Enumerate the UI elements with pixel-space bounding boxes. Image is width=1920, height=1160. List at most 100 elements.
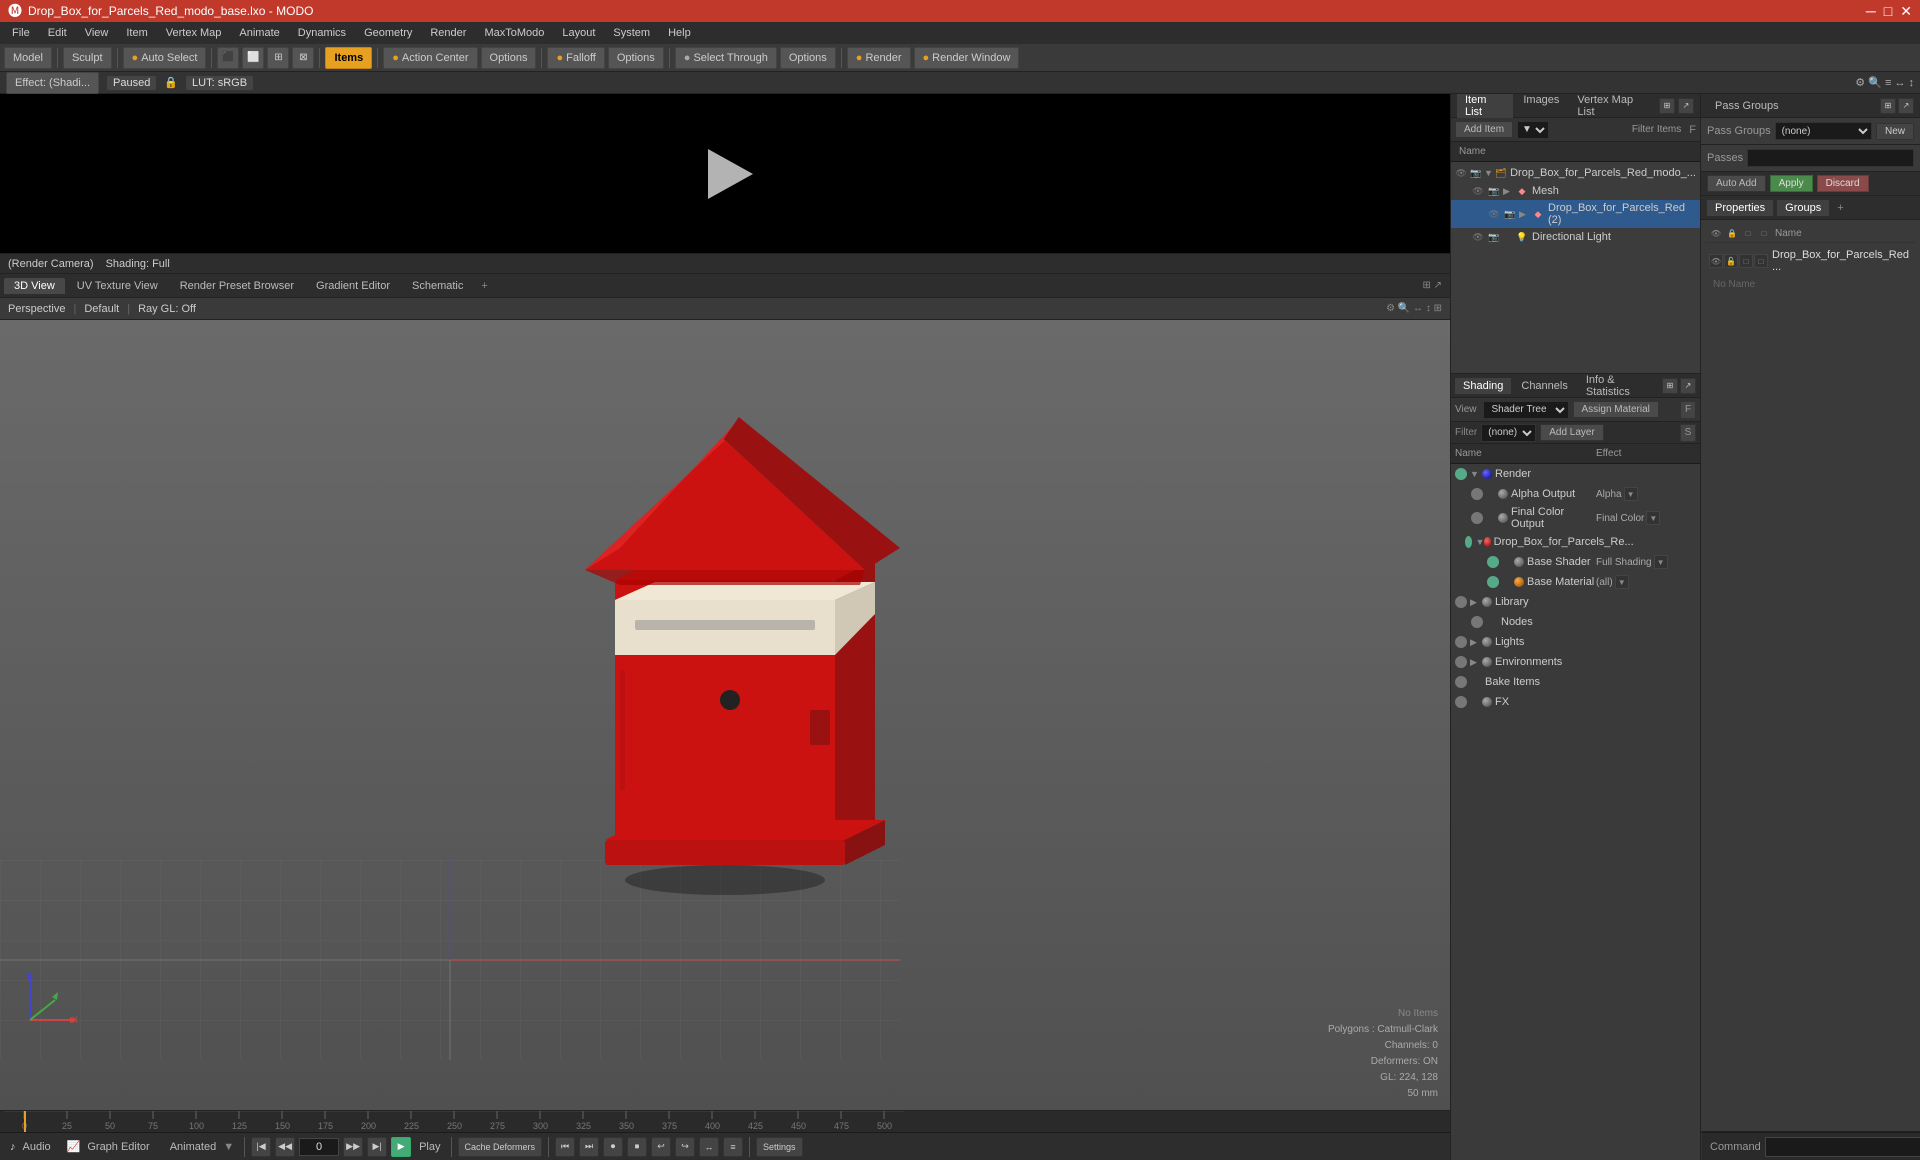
tab-vertex-map-list[interactable]: Vertex Map List: [1569, 94, 1659, 120]
vis-dropbox[interactable]: [1465, 536, 1472, 548]
toolbar-icon-4[interactable]: ⊠: [292, 47, 314, 69]
filter-dropdown[interactable]: (none): [1481, 424, 1536, 442]
falloff-btn[interactable]: ● Falloff: [547, 47, 604, 69]
titlebar-right[interactable]: ─ □ ✕: [1866, 3, 1912, 20]
tree-arrow-3[interactable]: ▶: [1519, 209, 1531, 220]
menu-item[interactable]: Item: [118, 25, 155, 41]
items-btn[interactable]: Items: [325, 47, 372, 69]
menu-edit[interactable]: Edit: [40, 25, 75, 41]
frp-plus-btn[interactable]: +: [1833, 202, 1847, 214]
toolbar-icon-3[interactable]: ⊞: [267, 47, 289, 69]
apply-btn[interactable]: Apply: [1770, 175, 1813, 192]
playbar-icon-5[interactable]: ↩: [651, 1137, 671, 1157]
playbar-icon-6[interactable]: ↪: [675, 1137, 695, 1157]
shading-row-environments[interactable]: ▶ Environments: [1451, 652, 1700, 672]
row-arrow-lights[interactable]: ▶: [1470, 637, 1482, 648]
auto-select-btn[interactable]: ● Auto Select: [123, 47, 207, 69]
frp-item-icon-b[interactable]: □: [1754, 254, 1768, 268]
add-layer-btn[interactable]: Add Layer: [1540, 424, 1604, 441]
prev-frame-btn[interactable]: ◀◀: [275, 1137, 295, 1157]
play-label[interactable]: Play: [415, 1141, 444, 1153]
vis-icon-1[interactable]: 👁: [1455, 167, 1467, 179]
panel-icon-2[interactable]: ↗: [1678, 98, 1694, 114]
frp-subtab-groups[interactable]: Groups: [1777, 200, 1829, 216]
shading-row-lights[interactable]: ▶ Lights: [1451, 632, 1700, 652]
tree-item-light[interactable]: 👁 📷 💡 Directional Light: [1451, 228, 1700, 246]
playbar-icon-3[interactable]: ⏺: [603, 1137, 623, 1157]
row-arrow-lib[interactable]: ▶: [1470, 597, 1482, 608]
next-frame-btn[interactable]: ▶▶: [343, 1137, 363, 1157]
playbar-icon-4[interactable]: ⏹: [627, 1137, 647, 1157]
row-arrow-env[interactable]: ▶: [1470, 657, 1482, 668]
command-input[interactable]: [1765, 1137, 1920, 1157]
vis-final-color[interactable]: [1471, 512, 1483, 524]
frp-icon-2[interactable]: ↗: [1898, 98, 1914, 114]
playbar-icon-8[interactable]: ≡: [723, 1137, 743, 1157]
options2-btn[interactable]: Options: [608, 47, 664, 69]
frp-subtab-properties[interactable]: Properties: [1707, 200, 1773, 216]
tab-schematic[interactable]: Schematic: [402, 278, 473, 294]
action-center-btn[interactable]: ● Action Center: [383, 47, 477, 69]
tab-render-preset-browser[interactable]: Render Preset Browser: [170, 278, 304, 294]
vis-fx[interactable]: [1455, 696, 1467, 708]
vis-lights[interactable]: [1455, 636, 1467, 648]
discard-btn[interactable]: Discard: [1817, 175, 1869, 192]
preview-play-btn[interactable]: [700, 149, 750, 199]
menu-help[interactable]: Help: [660, 25, 699, 41]
menu-render[interactable]: Render: [422, 25, 474, 41]
fc-effect-dropdown[interactable]: ▼: [1646, 511, 1660, 525]
playbar-icon-7[interactable]: ↔: [699, 1137, 719, 1157]
bs-effect-dropdown[interactable]: ▼: [1654, 555, 1668, 569]
shading-row-render[interactable]: ▼ Render: [1451, 464, 1700, 484]
vis-icon-2[interactable]: 👁: [1471, 185, 1485, 197]
tab-add-btn[interactable]: +: [475, 278, 493, 294]
shading-row-base-shader[interactable]: Base Shader Full Shading ▼: [1451, 552, 1700, 572]
auto-add-btn[interactable]: Auto Add: [1707, 175, 1766, 192]
options-effect-btn[interactable]: Effect: (Shadi...: [6, 72, 99, 94]
frp-item-1[interactable]: 👁 🔓 □ □ Drop_Box_for_Parcels_Red ...: [1705, 247, 1916, 275]
render-btn[interactable]: ● Render: [847, 47, 911, 69]
menu-view[interactable]: View: [77, 25, 117, 41]
skip-to-start-btn[interactable]: |◀: [251, 1137, 271, 1157]
shading-tree[interactable]: ▼ Render Alpha Output Alpha: [1451, 464, 1700, 1160]
playbar-icon-1[interactable]: ⏮: [555, 1137, 575, 1157]
animated-dropdown-icon[interactable]: ▼: [223, 1141, 234, 1153]
tree-arrow-1[interactable]: ▼: [1484, 168, 1495, 178]
frp-items[interactable]: 👁 🔓 □ □ Drop_Box_for_Parcels_Red ... No …: [1705, 243, 1916, 298]
playbar-icon-2[interactable]: ⏭: [579, 1137, 599, 1157]
passes-input[interactable]: [1747, 149, 1914, 167]
shading-panel-icon-1[interactable]: ⊞: [1662, 378, 1678, 394]
render-icon-3[interactable]: 📷: [1503, 208, 1517, 220]
frp-tab-pass[interactable]: Pass Groups: [1707, 98, 1787, 114]
vis-render[interactable]: [1455, 468, 1467, 480]
pass-groups-dropdown[interactable]: (none): [1775, 122, 1872, 140]
alpha-effect-dropdown[interactable]: ▼: [1624, 487, 1638, 501]
vis-base-shader[interactable]: [1487, 556, 1499, 568]
menu-geometry[interactable]: Geometry: [356, 25, 420, 41]
tab-item-list[interactable]: Item List: [1457, 94, 1513, 120]
minimize-btn[interactable]: ─: [1866, 3, 1876, 20]
shading-row-fx[interactable]: FX: [1451, 692, 1700, 712]
cache-deformers-btn[interactable]: Cache Deformers: [458, 1137, 543, 1157]
timeline-ruler[interactable]: 0 25 50 75 100 125 150 17: [0, 1110, 1450, 1132]
select-through-btn[interactable]: ● Select Through: [675, 47, 777, 69]
vis-icon-3[interactable]: 👁: [1487, 208, 1501, 220]
menu-animate[interactable]: Animate: [231, 25, 287, 41]
tree-arrow-2[interactable]: ▶: [1503, 186, 1515, 197]
vis-bake[interactable]: [1455, 676, 1467, 688]
frp-icon-1[interactable]: ⊞: [1880, 98, 1896, 114]
frp-item-icon-vis[interactable]: 👁: [1709, 254, 1723, 268]
add-item-dropdown[interactable]: ▼: [1517, 121, 1549, 139]
add-item-btn[interactable]: Add Item: [1455, 121, 1513, 138]
info-statistics-tab[interactable]: Info & Statistics: [1578, 372, 1660, 400]
close-btn[interactable]: ✕: [1900, 3, 1912, 20]
menu-maxtomodo[interactable]: MaxToModo: [476, 25, 552, 41]
maximize-btn[interactable]: □: [1884, 3, 1892, 20]
channels-tab[interactable]: Channels: [1513, 378, 1575, 394]
tab-gradient-editor[interactable]: Gradient Editor: [306, 278, 400, 294]
shading-row-alpha[interactable]: Alpha Output Alpha ▼: [1451, 484, 1700, 504]
shading-row-dropbox[interactable]: ▼ Drop_Box_for_Parcels_Re...: [1451, 532, 1700, 552]
item-tree[interactable]: 👁 📷 ▼ 🗂 Drop_Box_for_Parcels_Red_modo_..…: [1451, 162, 1700, 373]
row-arrow-dropbox[interactable]: ▼: [1475, 537, 1484, 547]
vis-icon-4[interactable]: 👁: [1471, 231, 1485, 243]
